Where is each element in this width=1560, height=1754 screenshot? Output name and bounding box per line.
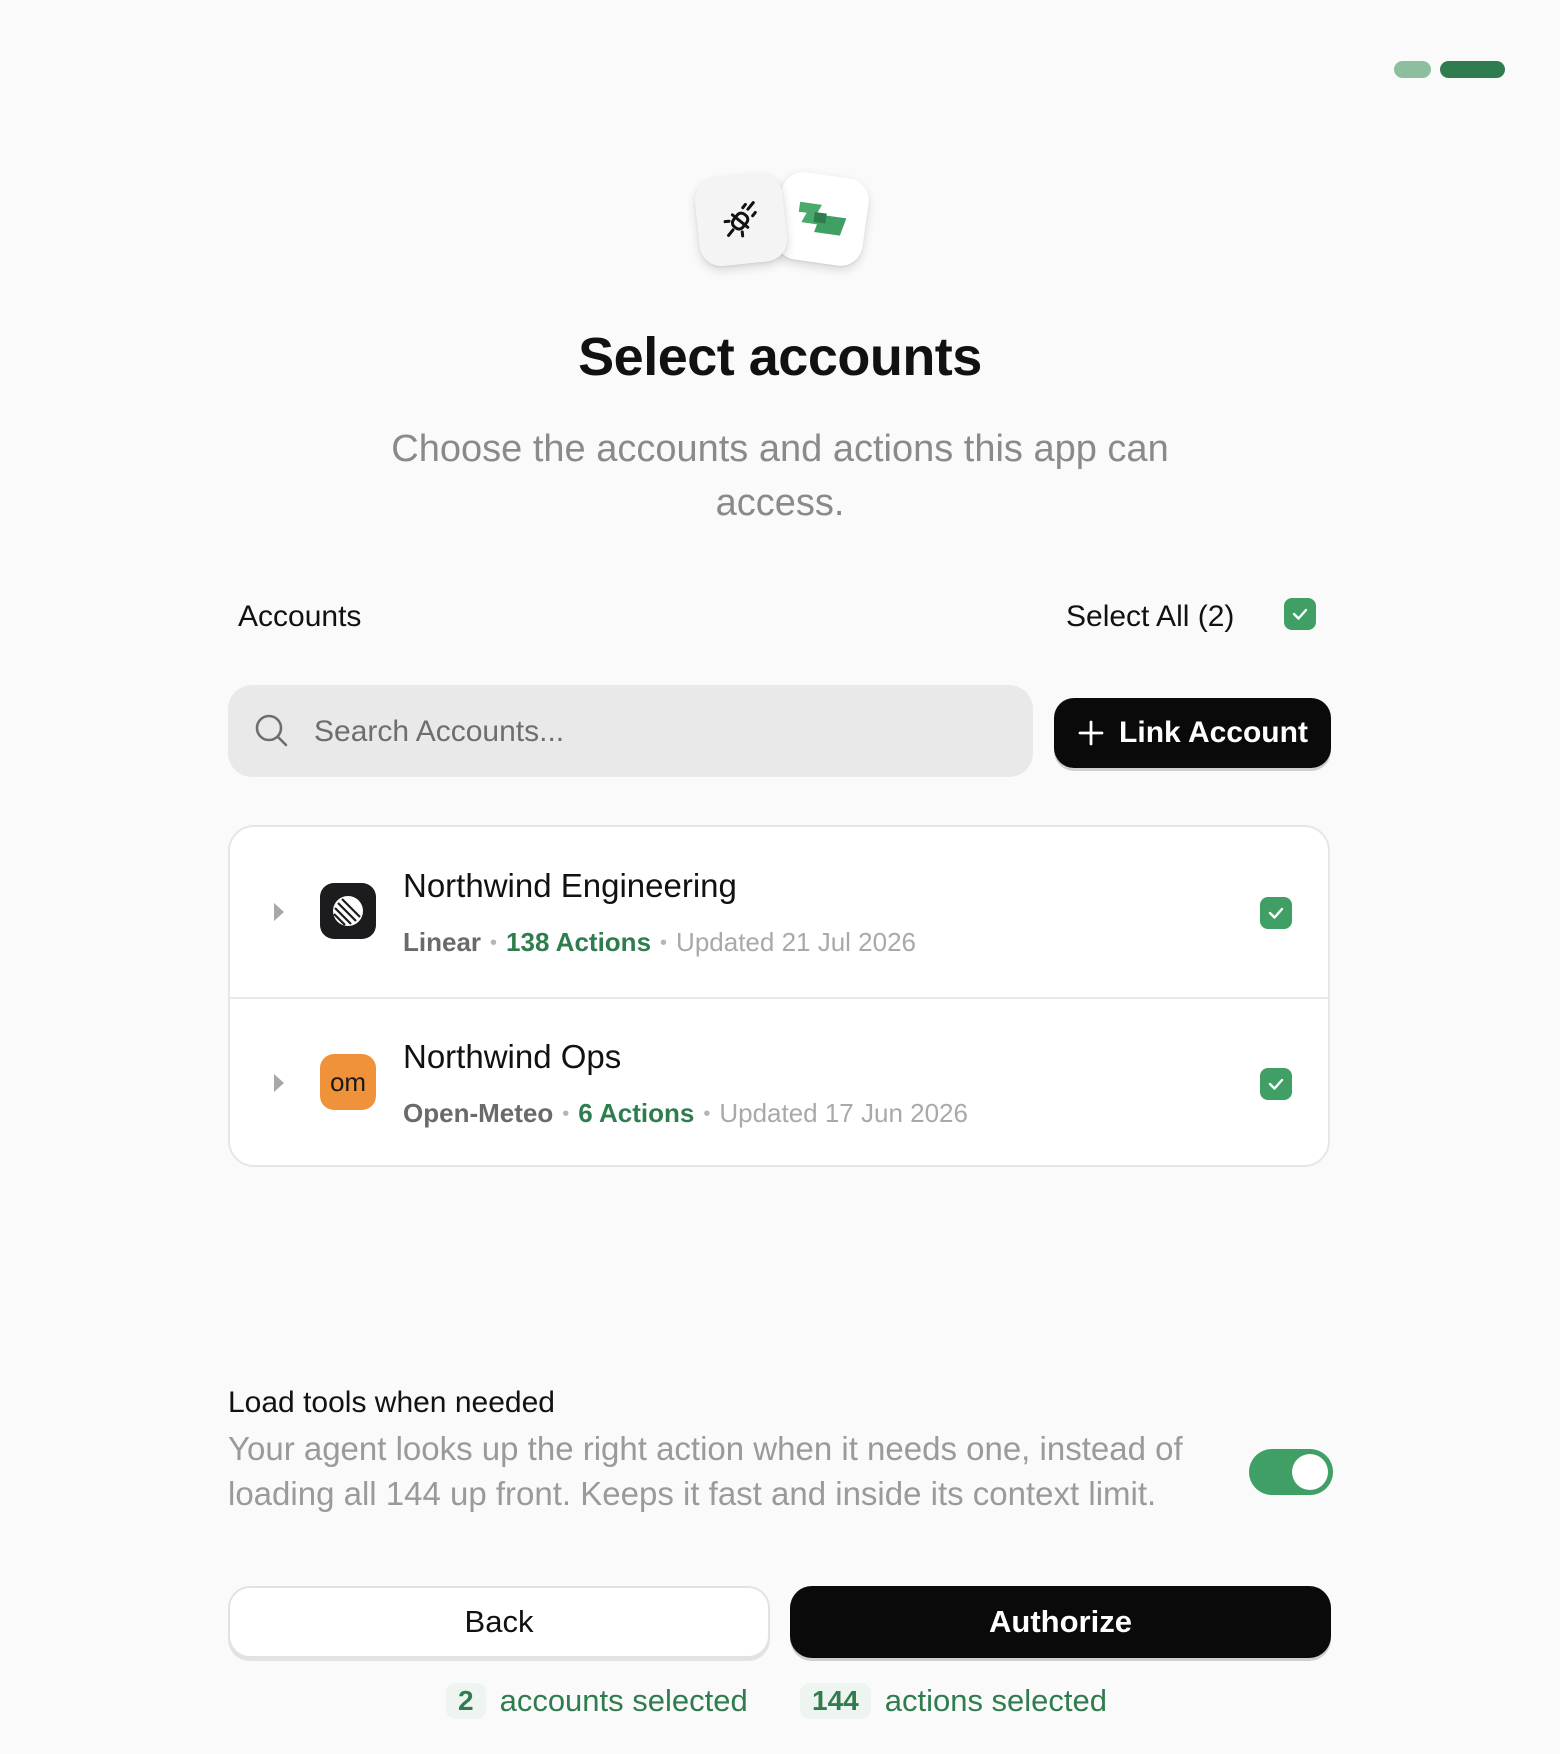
account-provider: Linear [403, 927, 482, 957]
account-provider: Open-Meteo [403, 1098, 554, 1128]
plug-icon [692, 171, 790, 269]
actions-selected-summary: 144 actions selected [800, 1683, 1107, 1719]
account-meta: Linear • 138 Actions • Updated 21 Jul 2026 [403, 927, 916, 958]
account-actions-count[interactable]: 6 Actions [578, 1098, 694, 1128]
progress-step-2-active [1440, 61, 1505, 78]
account-updated: Updated 17 Jun 2026 [719, 1098, 968, 1128]
account-updated: Updated 21 Jul 2026 [676, 927, 917, 957]
search-bar[interactable] [228, 685, 1033, 779]
expand-chevron-icon[interactable] [274, 903, 284, 921]
check-icon [1268, 1078, 1284, 1090]
account-name: Northwind Engineering [403, 867, 737, 904]
link-account-label: Link Account [1119, 716, 1308, 749]
accounts-selected-summary: 2 accounts selected [446, 1683, 748, 1719]
page-subtitle: Choose the accounts and actions this app… [391, 428, 1169, 524]
lazy-load-toggle[interactable] [1249, 1449, 1333, 1495]
accounts-list: Northwind Engineering Linear • 138 Actions… [228, 825, 1330, 1167]
search-icon [255, 714, 288, 747]
accounts-selected-label: accounts selected [499, 1683, 748, 1718]
accounts-selected-count: 2 [446, 1683, 486, 1719]
account-checkbox[interactable] [1260, 1068, 1292, 1100]
separator-dot: • [562, 1103, 570, 1125]
page-title: Select accounts [578, 327, 982, 387]
account-name: Northwind Ops [403, 1038, 622, 1075]
select-all-label[interactable]: Select All (2) [1066, 600, 1234, 634]
link-account-button[interactable]: Link Account [1054, 698, 1331, 768]
toggle-knob [1292, 1454, 1328, 1490]
linear-logo-icon [320, 883, 376, 939]
account-checkbox[interactable] [1260, 897, 1292, 929]
account-row[interactable]: om Northwind Ops Open-Meteo • 6 Actions • Up… [230, 998, 1328, 1168]
separator-dot: • [703, 1103, 711, 1125]
lazy-load-description: Your agent looks up the right action whe… [228, 1430, 1183, 1512]
open-meteo-logo-icon: om [320, 1054, 376, 1110]
account-actions-count[interactable]: 138 Actions [506, 927, 651, 957]
app-logo-icon [772, 169, 872, 269]
progress-step-1 [1394, 61, 1431, 78]
open-meteo-logo-text: om [329, 1066, 367, 1097]
actions-selected-count: 144 [800, 1683, 871, 1719]
separator-dot: • [660, 932, 668, 954]
check-icon [1292, 608, 1308, 620]
expand-chevron-icon[interactable] [274, 1074, 284, 1092]
select-all-checkbox[interactable] [1284, 598, 1316, 630]
check-icon [1268, 907, 1284, 919]
separator-dot: • [490, 932, 498, 954]
account-row[interactable]: Northwind Engineering Linear • 138 Actions… [230, 827, 1328, 999]
back-button[interactable]: Back [228, 1586, 770, 1658]
account-meta: Open-Meteo • 6 Actions • Updated 17 Jun 2026 [403, 1098, 968, 1129]
actions-selected-label: actions selected [884, 1683, 1108, 1718]
search-input[interactable] [312, 685, 1006, 779]
authorize-button[interactable]: Authorize [790, 1586, 1331, 1658]
lazy-load-title: Load tools when needed [228, 1386, 555, 1419]
accounts-label: Accounts [238, 600, 362, 633]
plus-icon [1078, 720, 1104, 746]
